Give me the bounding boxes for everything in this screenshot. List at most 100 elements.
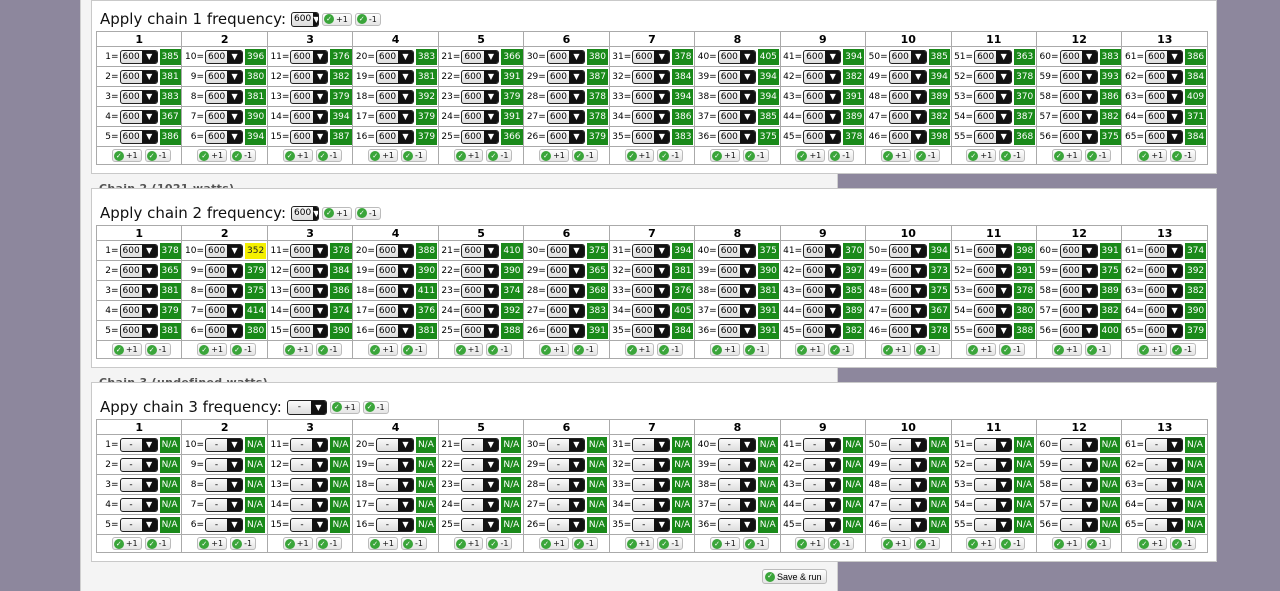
chip-frequency-select[interactable]: - ▼ xyxy=(1144,437,1183,452)
chip-frequency-select[interactable]: 600 ▼ xyxy=(632,129,671,144)
chip-frequency-select[interactable]: 600 ▼ xyxy=(546,323,585,338)
column-minus-one-button[interactable]: ✓ -1 xyxy=(400,537,427,550)
column-plus-one-button[interactable]: ✓ +1 xyxy=(880,537,911,550)
chip-frequency-select[interactable]: - ▼ xyxy=(205,437,243,452)
chip-frequency-select[interactable]: 600 ▼ xyxy=(632,69,671,84)
chip-frequency-select[interactable]: 600 ▼ xyxy=(888,129,927,144)
column-minus-one-button[interactable]: ✓ -1 xyxy=(1084,537,1111,550)
chip-frequency-select[interactable]: 600 ▼ xyxy=(1059,323,1098,338)
column-minus-one-button[interactable]: ✓ -1 xyxy=(315,343,342,356)
chip-frequency-select[interactable]: - ▼ xyxy=(717,517,756,532)
column-minus-one-button[interactable]: ✓ -1 xyxy=(315,537,342,550)
chip-frequency-select[interactable]: 600 ▼ xyxy=(717,323,756,338)
column-plus-one-button[interactable]: ✓ +1 xyxy=(111,343,142,356)
column-minus-one-button[interactable]: ✓ -1 xyxy=(828,537,855,550)
column-minus-one-button[interactable]: ✓ -1 xyxy=(999,537,1026,550)
chip-frequency-select[interactable]: 600 ▼ xyxy=(632,283,671,298)
chip-frequency-select[interactable]: 600 ▼ xyxy=(1059,263,1098,278)
column-minus-one-button[interactable]: ✓ -1 xyxy=(657,343,684,356)
chip-frequency-select[interactable]: 600 ▼ xyxy=(119,283,158,298)
column-minus-one-button[interactable]: ✓ -1 xyxy=(1170,537,1197,550)
chip-frequency-select[interactable]: 600 ▼ xyxy=(1059,129,1098,144)
column-minus-one-button[interactable]: ✓ -1 xyxy=(913,343,940,356)
chip-frequency-select[interactable]: 600 ▼ xyxy=(888,303,927,318)
save-and-run-button[interactable]: ✓ Save & run xyxy=(762,569,827,584)
chip-frequency-select[interactable]: - ▼ xyxy=(461,477,500,492)
chip-frequency-select[interactable]: 600 ▼ xyxy=(888,89,927,104)
chip-frequency-select[interactable]: - ▼ xyxy=(632,517,671,532)
chip-frequency-select[interactable]: 600 ▼ xyxy=(119,263,158,278)
chip-frequency-select[interactable]: 600 ▼ xyxy=(546,263,585,278)
column-minus-one-button[interactable]: ✓ -1 xyxy=(657,149,684,162)
chip-frequency-select[interactable]: 600 ▼ xyxy=(632,303,671,318)
chip-frequency-select[interactable]: - ▼ xyxy=(1144,497,1183,512)
column-minus-one-button[interactable]: ✓ -1 xyxy=(1170,149,1197,162)
chip-frequency-select[interactable]: 600 ▼ xyxy=(375,109,414,124)
chip-frequency-select[interactable]: - ▼ xyxy=(803,517,842,532)
chip-frequency-select[interactable]: 600 ▼ xyxy=(974,303,1013,318)
apply-minus-one-button[interactable]: ✓ -1 xyxy=(354,12,381,26)
chip-frequency-select[interactable]: - ▼ xyxy=(974,457,1013,472)
column-plus-one-button[interactable]: ✓ +1 xyxy=(539,149,569,162)
column-minus-one-button[interactable]: ✓ -1 xyxy=(486,149,513,162)
chip-frequency-select[interactable]: - ▼ xyxy=(1059,457,1098,472)
column-plus-one-button[interactable]: ✓ +1 xyxy=(368,537,398,550)
chip-frequency-select[interactable]: 600 ▼ xyxy=(717,109,756,124)
column-minus-one-button[interactable]: ✓ -1 xyxy=(230,343,257,356)
chip-frequency-select[interactable]: 600 ▼ xyxy=(632,243,671,258)
apply-frequency-select[interactable]: - ▼ xyxy=(286,399,327,415)
column-plus-one-button[interactable]: ✓ +1 xyxy=(368,149,398,162)
column-minus-one-button[interactable]: ✓ -1 xyxy=(913,149,940,162)
chip-frequency-select[interactable]: 600 ▼ xyxy=(803,109,842,124)
chip-frequency-select[interactable]: 600 ▼ xyxy=(375,49,414,64)
chip-frequency-select[interactable]: 600 ▼ xyxy=(888,243,927,258)
chip-frequency-select[interactable]: - ▼ xyxy=(546,477,585,492)
column-minus-one-button[interactable]: ✓ -1 xyxy=(828,149,855,162)
chip-frequency-select[interactable]: 600 ▼ xyxy=(546,69,585,84)
column-minus-one-button[interactable]: ✓ -1 xyxy=(315,149,342,162)
chip-frequency-select[interactable]: 600 ▼ xyxy=(974,243,1013,258)
column-minus-one-button[interactable]: ✓ -1 xyxy=(1084,343,1111,356)
chip-frequency-select[interactable]: 600 ▼ xyxy=(119,323,158,338)
chip-frequency-select[interactable]: - ▼ xyxy=(632,437,671,452)
chip-frequency-select[interactable]: 600 ▼ xyxy=(632,49,671,64)
chip-frequency-select[interactable]: 600 ▼ xyxy=(974,323,1013,338)
chip-frequency-select[interactable]: - ▼ xyxy=(1059,517,1098,532)
chip-frequency-select[interactable]: 600 ▼ xyxy=(290,303,329,318)
chip-frequency-select[interactable]: - ▼ xyxy=(974,437,1013,452)
apply-frequency-select[interactable]: 600 ▼ xyxy=(291,11,320,27)
chip-frequency-select[interactable]: 600 ▼ xyxy=(1144,129,1183,144)
chip-frequency-select[interactable]: 600 ▼ xyxy=(461,283,500,298)
chip-frequency-select[interactable]: - ▼ xyxy=(1144,457,1183,472)
column-minus-one-button[interactable]: ✓ -1 xyxy=(913,537,940,550)
chip-frequency-select[interactable]: 600 ▼ xyxy=(888,263,927,278)
chip-frequency-select[interactable]: 600 ▼ xyxy=(1059,243,1098,258)
chip-frequency-select[interactable]: 600 ▼ xyxy=(888,109,927,124)
chip-frequency-select[interactable]: 600 ▼ xyxy=(461,243,500,258)
column-plus-one-button[interactable]: ✓ +1 xyxy=(710,537,740,550)
chip-frequency-select[interactable]: - ▼ xyxy=(546,437,585,452)
chip-frequency-select[interactable]: - ▼ xyxy=(375,437,414,452)
column-plus-one-button[interactable]: ✓ +1 xyxy=(282,537,313,550)
chip-frequency-select[interactable]: - ▼ xyxy=(803,477,842,492)
column-minus-one-button[interactable]: ✓ -1 xyxy=(999,343,1026,356)
chip-frequency-select[interactable]: 600 ▼ xyxy=(974,69,1013,84)
column-plus-one-button[interactable]: ✓ +1 xyxy=(111,537,142,550)
chip-frequency-select[interactable]: 600 ▼ xyxy=(546,89,585,104)
chip-frequency-select[interactable]: 600 ▼ xyxy=(888,323,927,338)
column-plus-one-button[interactable]: ✓ +1 xyxy=(880,343,911,356)
chip-frequency-select[interactable]: 600 ▼ xyxy=(803,89,842,104)
column-minus-one-button[interactable]: ✓ -1 xyxy=(742,343,769,356)
chip-frequency-select[interactable]: - ▼ xyxy=(205,457,243,472)
column-minus-one-button[interactable]: ✓ -1 xyxy=(1170,343,1197,356)
apply-plus-one-button[interactable]: ✓ +1 xyxy=(329,400,360,414)
chip-frequency-select[interactable]: 600 ▼ xyxy=(803,303,842,318)
chip-frequency-select[interactable]: 600 ▼ xyxy=(290,49,329,64)
chip-frequency-select[interactable]: 600 ▼ xyxy=(717,129,756,144)
column-plus-one-button[interactable]: ✓ +1 xyxy=(1051,343,1082,356)
chip-frequency-select[interactable]: - ▼ xyxy=(205,497,243,512)
column-plus-one-button[interactable]: ✓ +1 xyxy=(111,149,142,162)
chip-frequency-select[interactable]: - ▼ xyxy=(461,437,500,452)
chip-frequency-select[interactable]: - ▼ xyxy=(1144,477,1183,492)
chip-frequency-select[interactable]: 600 ▼ xyxy=(205,89,243,104)
